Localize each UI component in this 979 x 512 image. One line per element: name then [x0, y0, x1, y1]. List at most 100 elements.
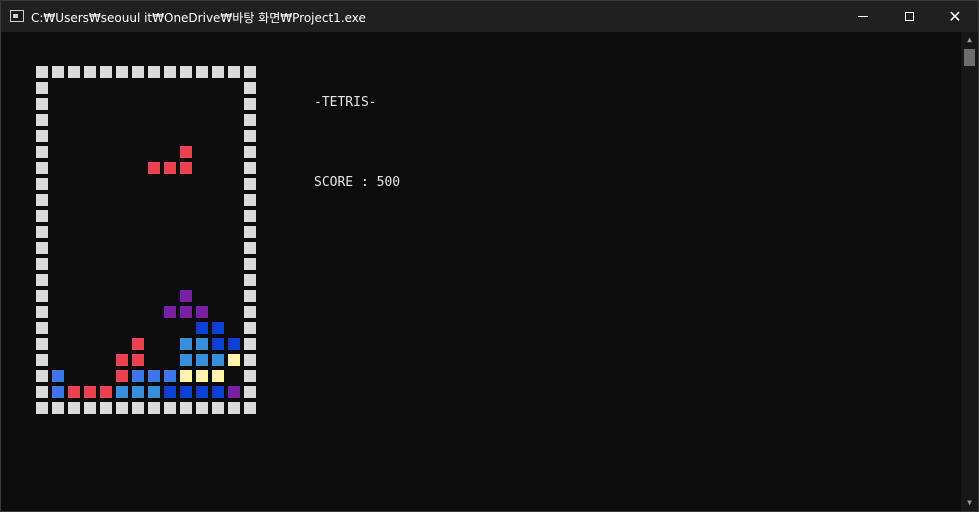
wall-block: [244, 210, 256, 222]
purple-block: [196, 306, 208, 318]
scrollbar-thumb[interactable]: [964, 49, 975, 66]
purple-block: [164, 306, 176, 318]
wall-block: [164, 66, 176, 78]
yellow-block: [180, 370, 192, 382]
red-block: [164, 162, 176, 174]
wall-block: [228, 66, 240, 78]
purple-block: [228, 386, 240, 398]
red-block: [180, 146, 192, 158]
red-block: [116, 370, 128, 382]
wall-block: [244, 322, 256, 334]
wall-block: [36, 82, 48, 94]
wall-block: [164, 402, 176, 414]
wall-block: [36, 242, 48, 254]
wall-block: [36, 98, 48, 110]
maximize-button[interactable]: [886, 1, 932, 32]
wall-block: [36, 66, 48, 78]
lightblue-block: [180, 338, 192, 350]
wall-block: [36, 146, 48, 158]
wall-block: [84, 66, 96, 78]
purple-block: [180, 306, 192, 318]
wall-block: [244, 274, 256, 286]
darkblue-block: [164, 386, 176, 398]
wall-block: [68, 66, 80, 78]
wall-block: [244, 194, 256, 206]
wall-block: [196, 402, 208, 414]
wall-block: [36, 162, 48, 174]
blue-block: [52, 386, 64, 398]
wall-block: [244, 162, 256, 174]
wall-block: [36, 386, 48, 398]
wall-block: [36, 258, 48, 270]
wall-block: [244, 242, 256, 254]
wall-block: [180, 402, 192, 414]
wall-block: [244, 258, 256, 270]
wall-block: [116, 402, 128, 414]
darkblue-block: [196, 322, 208, 334]
wall-block: [36, 338, 48, 350]
wall-block: [68, 402, 80, 414]
wall-block: [132, 66, 144, 78]
scroll-up-arrow-icon[interactable]: ▲: [961, 32, 978, 48]
lightblue-block: [212, 354, 224, 366]
red-block: [84, 386, 96, 398]
lightblue-block: [196, 338, 208, 350]
yellow-block: [196, 370, 208, 382]
blue-block: [132, 370, 144, 382]
wall-block: [36, 210, 48, 222]
yellow-block: [228, 354, 240, 366]
darkblue-block: [228, 338, 240, 350]
maximize-icon: [904, 12, 914, 21]
purple-block: [180, 290, 192, 302]
wall-block: [36, 370, 48, 382]
console-app-icon: [10, 10, 24, 22]
wall-block: [244, 226, 256, 238]
wall-block: [244, 290, 256, 302]
close-icon: ✕: [948, 6, 962, 26]
wall-block: [244, 82, 256, 94]
lightblue-block: [116, 386, 128, 398]
wall-block: [36, 274, 48, 286]
yellow-block: [212, 370, 224, 382]
lightblue-block: [148, 386, 160, 398]
wall-block: [196, 66, 208, 78]
wall-block: [36, 178, 48, 190]
wall-block: [100, 402, 112, 414]
wall-block: [212, 66, 224, 78]
red-block: [148, 162, 160, 174]
wall-block: [244, 114, 256, 126]
wall-block: [52, 66, 64, 78]
wall-block: [116, 66, 128, 78]
lightblue-block: [132, 386, 144, 398]
lightblue-block: [180, 354, 192, 366]
scroll-down-arrow-icon[interactable]: ▼: [961, 495, 978, 511]
close-button[interactable]: ✕: [932, 1, 978, 32]
wall-block: [244, 178, 256, 190]
lightblue-block: [196, 354, 208, 366]
wall-block: [244, 98, 256, 110]
wall-block: [212, 402, 224, 414]
wall-block: [52, 402, 64, 414]
red-block: [68, 386, 80, 398]
wall-block: [148, 402, 160, 414]
darkblue-block: [212, 322, 224, 334]
blue-block: [164, 370, 176, 382]
title-bar[interactable]: C:₩Users₩seouul it₩OneDrive₩바탕 화면₩Projec…: [1, 1, 978, 32]
wall-block: [244, 402, 256, 414]
score-display: SCORE : 500: [314, 175, 401, 190]
wall-block: [36, 306, 48, 318]
wall-block: [244, 386, 256, 398]
console-area: -TETRIS- SCORE : 500: [1, 32, 961, 511]
wall-block: [36, 402, 48, 414]
wall-block: [244, 130, 256, 142]
minimize-button[interactable]: [840, 1, 886, 32]
red-block: [132, 338, 144, 350]
minimize-icon: [858, 16, 868, 17]
wall-block: [180, 66, 192, 78]
wall-block: [36, 290, 48, 302]
wall-block: [36, 194, 48, 206]
red-block: [100, 386, 112, 398]
vertical-scrollbar[interactable]: ▲ ▼: [961, 32, 978, 511]
darkblue-block: [196, 386, 208, 398]
window-title: C:₩Users₩seouul it₩OneDrive₩바탕 화면₩Projec…: [31, 11, 366, 25]
